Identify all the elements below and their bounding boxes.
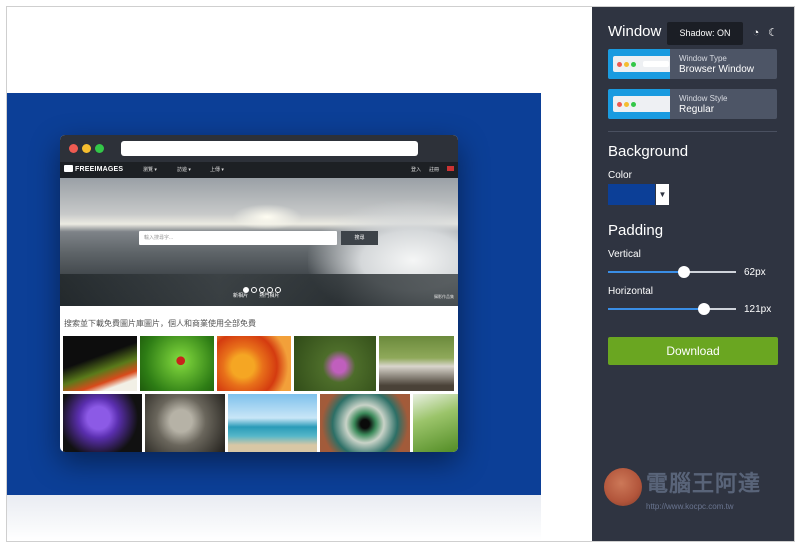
vertical-padding-label: Vertical xyxy=(608,249,641,260)
mini-url-bar xyxy=(643,61,669,67)
nav-link-explore: 訪遊 ▾ xyxy=(177,167,191,173)
camera-logo-icon xyxy=(64,165,73,172)
mini-maximize-dot-icon xyxy=(631,102,636,107)
color-label: Color xyxy=(608,170,632,181)
settings-sidebar: Window Shadow: ON ◔ ☾ Window Type Browse… xyxy=(592,7,794,541)
download-button[interactable]: Download xyxy=(608,337,778,365)
horizontal-padding-value: 121px xyxy=(744,304,772,315)
nav-link-login: 登入 xyxy=(411,167,422,173)
site-navbar: FREEIMAGES 瀏覽 ▾ 訪遊 ▾ 上傳 ▾ 登入 註冊 xyxy=(60,162,458,178)
mini-close-dot-icon xyxy=(617,102,622,107)
nav-link-browse: 瀏覽 ▾ xyxy=(143,167,157,173)
window-style-selector[interactable]: Window Style Regular xyxy=(608,89,777,119)
window-type-value: Browser Window xyxy=(679,64,755,75)
site-search-button: 搜尋 xyxy=(341,231,378,245)
vertical-padding-slider[interactable] xyxy=(608,266,736,278)
nav-link-upload: 上傳 ▾ xyxy=(210,167,224,173)
mini-maximize-dot-icon xyxy=(631,62,636,67)
shadow-tooltip: Shadow: ON xyxy=(667,22,743,45)
mini-window-icon xyxy=(613,96,670,112)
watermark-title: 電腦王阿達 xyxy=(646,471,762,496)
slider-fill xyxy=(608,271,684,273)
hero-tabs: 新相片 熱門相片 xyxy=(233,292,289,299)
photo-tile-beach xyxy=(228,394,317,452)
mini-close-dot-icon xyxy=(617,62,622,67)
hero-banner: 輸入搜尋字... 搜尋 新相片 熱門相片 攝影作品集 xyxy=(60,178,458,306)
browser-url-bar xyxy=(121,141,418,156)
language-flag-icon xyxy=(447,166,454,171)
section-divider xyxy=(608,131,777,132)
app-frame: FREEIMAGES 瀏覽 ▾ 訪遊 ▾ 上傳 ▾ 登入 註冊 輸入搜尋字...… xyxy=(6,6,795,542)
slider-handle[interactable] xyxy=(678,266,690,278)
horizontal-padding-slider[interactable] xyxy=(608,303,736,315)
dark-mode-moon-icon[interactable]: ☾ xyxy=(767,27,779,39)
background-section-title: Background xyxy=(608,143,689,160)
window-type-thumbnail xyxy=(608,49,670,79)
photo-tile-gerbera xyxy=(217,336,291,391)
hero-credit: 攝影作品集 xyxy=(434,294,454,299)
site-search-input: 輸入搜尋字... xyxy=(139,231,337,245)
photo-tile-droplet xyxy=(413,394,458,452)
slider-handle[interactable] xyxy=(698,303,710,315)
photo-tile-purple-flower xyxy=(294,336,376,391)
watermark-url: http://www.kocpc.com.tw xyxy=(646,502,734,511)
padding-section-title: Padding xyxy=(608,222,664,239)
horizontal-padding-label: Horizontal xyxy=(608,286,654,297)
window-style-thumbnail xyxy=(608,89,670,119)
browser-titlebar xyxy=(60,135,458,162)
slider-fill xyxy=(608,308,704,310)
sunlight-glow xyxy=(232,204,302,230)
photo-tile-cat xyxy=(379,336,454,391)
mascot-logo-icon xyxy=(604,468,642,506)
mini-window-icon xyxy=(613,56,670,72)
shadow-toggle-icon[interactable]: ◔ xyxy=(750,27,762,39)
mini-minimize-dot-icon xyxy=(624,102,629,107)
chevron-down-icon: ▼ xyxy=(655,184,669,205)
photo-tile-tulips xyxy=(63,336,137,391)
photo-tile-fish xyxy=(145,394,225,452)
preview-canvas: FREEIMAGES 瀏覽 ▾ 訪遊 ▾ 上傳 ▾ 登入 註冊 輸入搜尋字...… xyxy=(7,7,592,541)
preview-shadow-fade xyxy=(7,495,541,541)
photo-tile-ladybug xyxy=(140,336,214,391)
window-style-value: Regular xyxy=(679,104,715,115)
mini-minimize-dot-icon xyxy=(624,62,629,67)
window-style-label: Window Style xyxy=(679,94,728,103)
window-section-title: Window xyxy=(608,23,662,40)
window-type-label: Window Type xyxy=(679,54,727,63)
hero-tab-popular: 熱門相片 xyxy=(259,293,280,299)
close-dot-icon xyxy=(69,144,78,153)
photo-tile-crocus xyxy=(63,394,142,452)
background-color-picker[interactable]: ▼ xyxy=(608,184,669,205)
site-watermark: 電腦王阿達 http://www.kocpc.com.tw xyxy=(604,462,794,522)
window-type-selector[interactable]: Window Type Browser Window xyxy=(608,49,777,79)
vertical-padding-value: 62px xyxy=(744,267,766,278)
browser-window-mockup: FREEIMAGES 瀏覽 ▾ 訪遊 ▾ 上傳 ▾ 登入 註冊 輸入搜尋字...… xyxy=(60,135,458,452)
photo-tile-corridor xyxy=(320,394,410,452)
hero-tab-new: 新相片 xyxy=(233,293,249,299)
minimize-dot-icon xyxy=(82,144,91,153)
site-logo: FREEIMAGES xyxy=(64,165,123,173)
maximize-dot-icon xyxy=(95,144,104,153)
site-tagline: 搜索並下載免費圖片庫圖片，個人和商業使用全部免費 xyxy=(64,319,256,328)
nav-link-register: 註冊 xyxy=(429,167,440,173)
